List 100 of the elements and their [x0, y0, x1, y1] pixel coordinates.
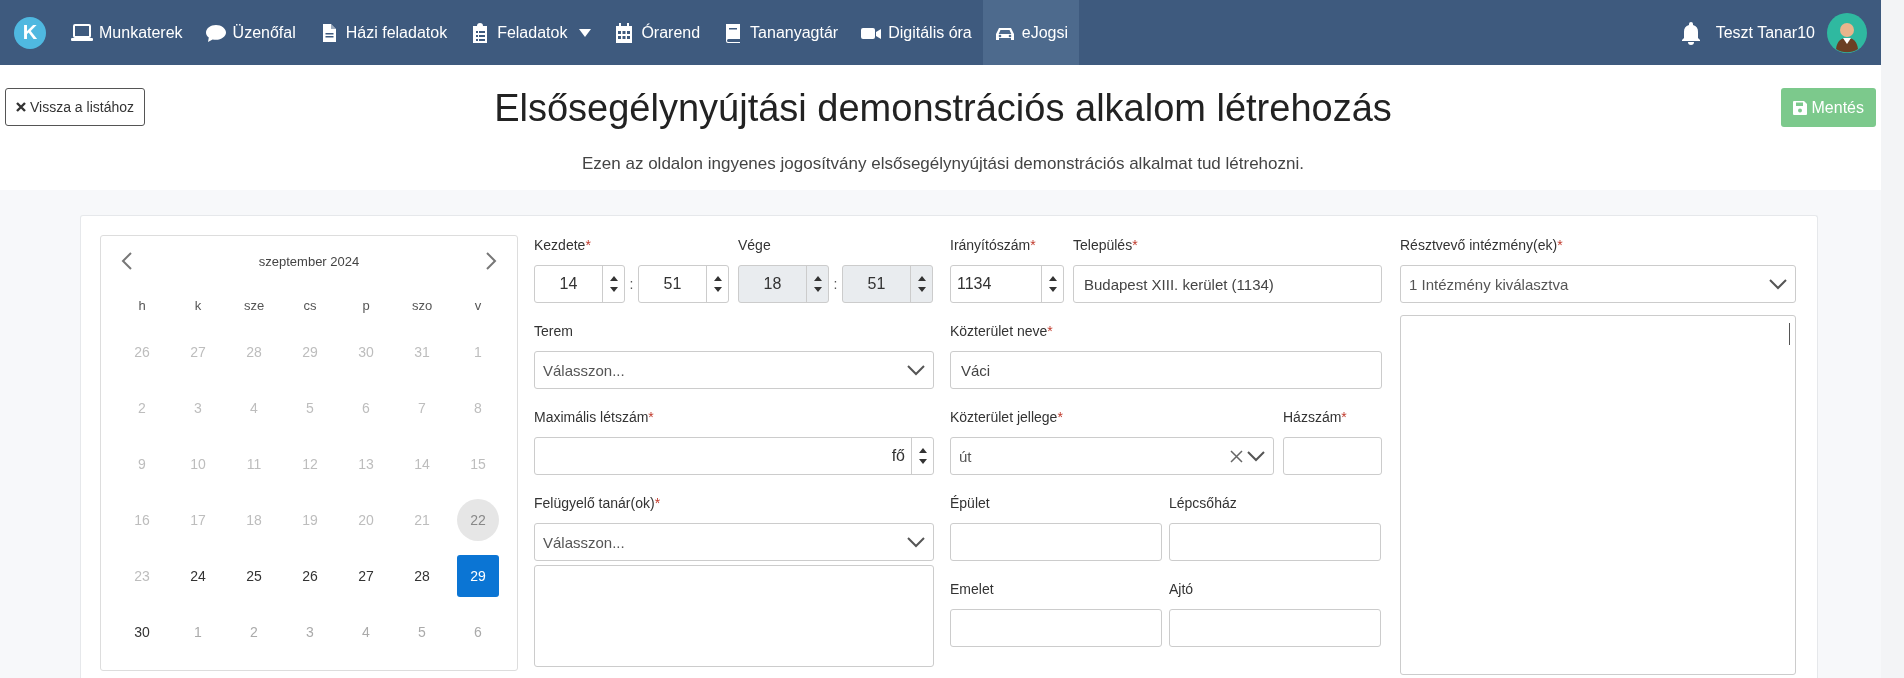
avatar-icon: [1827, 12, 1867, 53]
previous-month-button[interactable]: [120, 251, 134, 271]
calendar-day: 30: [345, 331, 387, 373]
weekday-label: p: [361, 296, 371, 315]
nav-link[interactable]: Feladatok: [458, 0, 603, 65]
field-label: Emelet: [950, 580, 995, 599]
zip-spinner[interactable]: 1134: [950, 265, 1064, 303]
calendar-day: 27: [177, 331, 219, 373]
calendar-day: 5: [289, 387, 331, 429]
count-spinner[interactable]: fő: [534, 437, 934, 475]
text-field[interactable]: Budapest XIII. kerület (1134): [1073, 265, 1382, 303]
calendar-day[interactable]: 26: [289, 555, 331, 597]
calendar-day[interactable]: 30: [121, 611, 163, 653]
field-label: Épület: [950, 494, 991, 513]
text-field[interactable]: [950, 609, 1162, 647]
back-button[interactable]: Vissza a listához: [5, 88, 145, 126]
laptop-icon: [71, 22, 93, 43]
chevron-down-icon: [907, 536, 925, 548]
street-type-select[interactable]: út: [950, 437, 1274, 475]
caret-icon: [579, 27, 592, 38]
field-label: Közterület jellege*: [950, 408, 1064, 427]
weekday-label: k: [193, 296, 203, 315]
calendar-day: 11: [233, 443, 275, 485]
page-subtitle: Ezen az oldalon ingyenes jogosítvány elsősegélynyújtási demonstrációs alkalmat tud létrehozni.: [582, 154, 1304, 174]
nav-link[interactable]: eJogsi: [982, 0, 1079, 65]
calendar-day: 2: [121, 387, 163, 429]
nav-link[interactable]: Munkaterek: [60, 0, 194, 65]
field-label: Vége: [738, 236, 772, 255]
time-separator: :: [833, 276, 838, 292]
clear-icon: [1230, 449, 1243, 463]
calendar-day: 3: [177, 387, 219, 429]
text-field[interactable]: [1169, 609, 1381, 647]
calendar-day[interactable]: 24: [177, 555, 219, 597]
field-label: Résztvevő intézmény(ek)*: [1400, 236, 1564, 255]
calendar-day: 18: [233, 499, 275, 541]
text-field[interactable]: [1283, 437, 1382, 475]
weekday-label: v: [473, 296, 483, 315]
calendar-day: 15: [457, 443, 499, 485]
calendar-day: 7: [401, 387, 443, 429]
calendar-day: 9: [121, 443, 163, 485]
chevron-down-icon: [1247, 450, 1265, 462]
field-label: Település*: [1073, 236, 1139, 255]
field-label: Kezdete*: [534, 236, 592, 255]
field-label: Lépcsőház: [1169, 494, 1238, 513]
user-name[interactable]: Teszt Tanar10: [1715, 23, 1815, 42]
close-icon: [16, 102, 26, 112]
calendar-day: 6: [345, 387, 387, 429]
page-title: Elsősegélynyújtási demonstrációs alkalom létrehozás: [494, 88, 1392, 128]
calendar-day: 12: [289, 443, 331, 485]
minute-spinner[interactable]: 51: [638, 265, 729, 303]
field-label: Maximális létszám*: [534, 408, 655, 427]
weekday-label: h: [137, 296, 147, 315]
weekday-label: cs: [302, 296, 318, 315]
calendar-day: 10: [177, 443, 219, 485]
hour-spinner[interactable]: 14: [534, 265, 625, 303]
calendar-day: 29: [289, 331, 331, 373]
calendar-day: 19: [289, 499, 331, 541]
calendar-day[interactable]: 28: [401, 555, 443, 597]
calendar-day: 20: [345, 499, 387, 541]
calendar-day: 14: [401, 443, 443, 485]
calendar-day[interactable]: 29: [457, 555, 499, 597]
calendar-day: 1: [457, 331, 499, 373]
field-label: Irányítószám*: [950, 236, 1037, 255]
calendar-day: 8: [457, 387, 499, 429]
nav-link[interactable]: Digitális óra: [849, 0, 983, 65]
teacher-select[interactable]: Válasszon...: [534, 523, 934, 561]
calendar-day: 28: [233, 331, 275, 373]
nav-link[interactable]: Házi feladatok: [306, 0, 459, 65]
time-separator: :: [629, 276, 634, 292]
next-month-button[interactable]: [484, 251, 498, 271]
weekday-label: sze: [242, 296, 266, 315]
calendar-day[interactable]: 25: [233, 555, 275, 597]
institution-list[interactable]: [1400, 315, 1796, 675]
speech-bubble-icon: [204, 22, 227, 43]
text-field[interactable]: [950, 523, 1162, 561]
field-label: Házszám*: [1283, 408, 1348, 427]
teacher-list[interactable]: [534, 565, 934, 667]
weekday-label: szo: [410, 296, 434, 315]
text-cursor: [1789, 323, 1790, 345]
calendar-day[interactable]: 27: [345, 555, 387, 597]
nav-link[interactable]: Üzenőfal: [193, 0, 307, 65]
calendar-day: 23: [121, 555, 163, 597]
month-title: szeptember 2024: [258, 253, 360, 269]
room-select[interactable]: Válasszon...: [534, 351, 934, 389]
field-label: Felügyelő tanár(ok)*: [534, 494, 662, 513]
calendar-day: 26: [121, 331, 163, 373]
field-label: Terem: [534, 322, 574, 341]
field-label: Közterület neve*: [950, 322, 1054, 341]
calendar-day: 4: [233, 387, 275, 429]
calendar-day: 22: [457, 499, 499, 541]
chevron-down-icon: [907, 364, 925, 376]
calendar-day: 31: [401, 331, 443, 373]
bell-icon[interactable]: [1679, 20, 1702, 45]
institution-select[interactable]: 1 Intézmény kiválasztva: [1400, 265, 1796, 303]
text-field[interactable]: [1169, 523, 1381, 561]
text-field[interactable]: Váci: [950, 351, 1382, 389]
chevron-down-icon: [1769, 278, 1787, 290]
nav-link[interactable]: Tananyagtár: [711, 0, 850, 65]
nav-link[interactable]: Órarend: [602, 0, 712, 65]
calendar-day: 13: [345, 443, 387, 485]
